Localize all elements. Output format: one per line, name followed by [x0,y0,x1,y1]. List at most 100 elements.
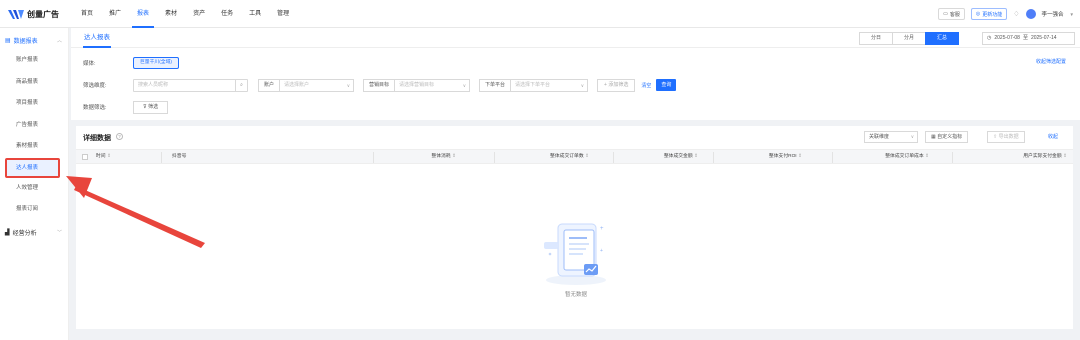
clear-button[interactable]: 清空 [641,82,651,89]
column-header-label: 整体成交金额 [663,154,693,159]
sort-icon[interactable]: ⇕ [584,154,589,159]
bell-icon[interactable]: ♢ [1013,10,1019,18]
column-header-label: 整体消耗 [431,154,451,159]
svg-text:+: + [600,248,603,254]
sort-icon[interactable]: ⇕ [451,154,456,159]
data-filter-button[interactable]: ⊽ 筛选 [133,100,169,114]
column-divider[interactable] [832,152,833,163]
column-header[interactable]: 用户实际支付金额 ⇕ [956,150,1067,165]
column-divider[interactable] [613,152,614,163]
update-features-label: 更新功能 [982,11,1003,18]
column-divider[interactable] [952,152,953,163]
sidebar-group-data-reports[interactable]: ▤ 数据报表 ︿ [0,30,68,50]
sidebar-item[interactable]: 人效管理 [0,178,68,200]
search-input[interactable]: 搜索人员昵称 ⌕ [133,78,248,92]
select-all-checkbox[interactable] [82,154,88,160]
nav-item[interactable]: 首页 [76,0,98,28]
column-divider[interactable] [373,152,374,163]
filter-icon: ⊽ [143,103,147,110]
media-option-qianchuan[interactable]: 巨量千川(全域) [133,57,179,69]
goal-dropdown[interactable]: 请选择营销目标 ∨ [394,78,471,92]
calendar-icon: ◷ [987,35,992,41]
column-header[interactable]: 整体成交订单数 ⇕ [496,150,589,165]
sidebar-item[interactable]: 素材报表 [0,136,68,158]
column-header-label: 抖音号 [172,154,187,159]
sort-icon[interactable]: ⇕ [1062,154,1067,159]
association-dimension-select[interactable]: 关联维度 ∨ [864,131,918,143]
empty-document-icon: + + [544,223,606,285]
column-divider[interactable] [494,152,495,163]
media-row: 媒体: 巨量千川(全域) [83,56,179,70]
order-platform-select[interactable]: 下单平台 请选择下单平台 ∨ [479,78,589,92]
filter-panel: 达人报表 分日 分月 汇总 ◷ 2025-07-08 至 2025-07-14 收起… [71,28,1080,120]
nav-item[interactable]: 任务 [216,0,238,28]
app-logo[interactable]: 创量广告 [8,7,59,21]
platform-key: 下单平台 [479,78,511,92]
account-dropdown[interactable]: 请选择账户 ∨ [279,78,355,92]
analysis-icon: ▟ [5,230,10,236]
nav-item[interactable]: 素材 [160,0,182,28]
avatar[interactable] [1025,9,1036,19]
sort-icon[interactable]: ⇕ [924,154,929,159]
export-data-label: 导出数据 [998,134,1019,140]
data-filter-row: 数据筛选: ⊽ 筛选 [83,100,174,114]
empty-state: + + 暂无数据 [536,214,616,304]
info-icon[interactable]: ? [116,133,123,140]
account-select[interactable]: 账户 请选择账户 ∨ [258,78,355,92]
column-header-label: 用户实际支付金额 [1023,154,1062,159]
segment-button[interactable]: 分日 [859,32,893,45]
chevron-up-icon: ︿ [56,37,62,44]
search-icon[interactable]: ⌕ [235,78,247,92]
column-header[interactable]: 整体支付ROI ⇕ [716,150,802,165]
column-header[interactable]: 整体成交订单成本 ⇕ [836,150,929,165]
tab-influencer-report[interactable]: 达人报表 [83,28,111,48]
date-end: 2025-07-14 [1030,35,1057,41]
main-nav: 首页 推广 报表 素材 资产 任务 工具 管理 [76,0,300,28]
marketing-goal-select[interactable]: 营销目标 请选择营销目标 ∨ [363,78,471,92]
sidebar-item[interactable]: 广告报表 [0,115,68,137]
top-right-tools: ▭ 客服 ◎ 更新功能 ♢ 李一强合 ▼ [938,6,1074,22]
add-filter-button[interactable]: + 添加筛选 [597,78,636,92]
nav-item[interactable]: 工具 [244,0,266,28]
sort-icon[interactable]: ⇕ [106,154,111,159]
username[interactable]: 李一强合 [1042,10,1064,18]
custom-metrics-button[interactable]: ▦ 自定义指标 [925,131,969,143]
dimension-row: 筛选维度: 搜索人员昵称 ⌕ 账户 请选择账户 ∨ 营销目标 请选择营销目标 ∨ 下… [83,78,677,92]
nav-item[interactable]: 报表 [132,0,155,28]
goal-key: 营销目标 [363,78,395,92]
collapse-filter-config-link[interactable]: 收起筛选配置 [1036,58,1066,65]
column-header[interactable]: 整体消耗 ⇕ [376,150,456,165]
sidebar-group-business-analysis[interactable]: ▟ 经营分析 ﹀ [0,223,68,243]
nav-item[interactable]: 管理 [272,0,294,28]
column-divider[interactable] [161,152,162,163]
column-header-label: 整体支付ROI [768,154,797,159]
nav-item[interactable]: 推广 [104,0,126,28]
segment-button[interactable]: 汇总 [925,32,959,45]
date-range-picker[interactable]: ◷ 2025-07-08 至 2025-07-14 [982,32,1075,45]
segment-button[interactable]: 分月 [892,32,926,45]
account-key: 账户 [258,78,280,92]
goal-placeholder: 请选择营销目标 [399,81,435,88]
sidebar-item[interactable]: 项目报表 [0,93,68,115]
collapse-link[interactable]: 收起 [1048,133,1058,140]
column-header-label: 整体成交订单成本 [885,154,924,159]
column-header[interactable]: 整体成交金额 ⇕ [616,150,698,165]
sidebar-item[interactable]: 账户报表 [0,50,68,72]
column-header[interactable]: 抖音号 [172,150,222,165]
customer-service-button[interactable]: ▭ 客服 [938,8,965,20]
export-data-button[interactable]: ⇪ 导出数据 [987,131,1025,143]
chevron-down-icon: ∨ [462,82,467,88]
sidebar-item[interactable]: 商品报表 [0,72,68,94]
sidebar-item[interactable]: 报表订阅 [0,199,68,221]
platform-dropdown[interactable]: 请选择下单平台 ∨ [510,78,589,92]
query-button[interactable]: 查询 [656,79,677,91]
sort-icon[interactable]: ⇕ [693,154,698,159]
chevron-down-icon[interactable]: ▼ [1070,12,1074,17]
update-features-button[interactable]: ◎ 更新功能 [970,8,1008,20]
column-divider[interactable] [713,152,714,163]
nav-item[interactable]: 资产 [188,0,210,28]
sidebar-item[interactable]: 达人报表 [5,157,60,178]
column-header[interactable]: 时间 ⇕ [96,150,128,165]
sort-icon[interactable]: ⇕ [797,154,802,159]
chevron-down-icon: ∨ [580,82,585,88]
